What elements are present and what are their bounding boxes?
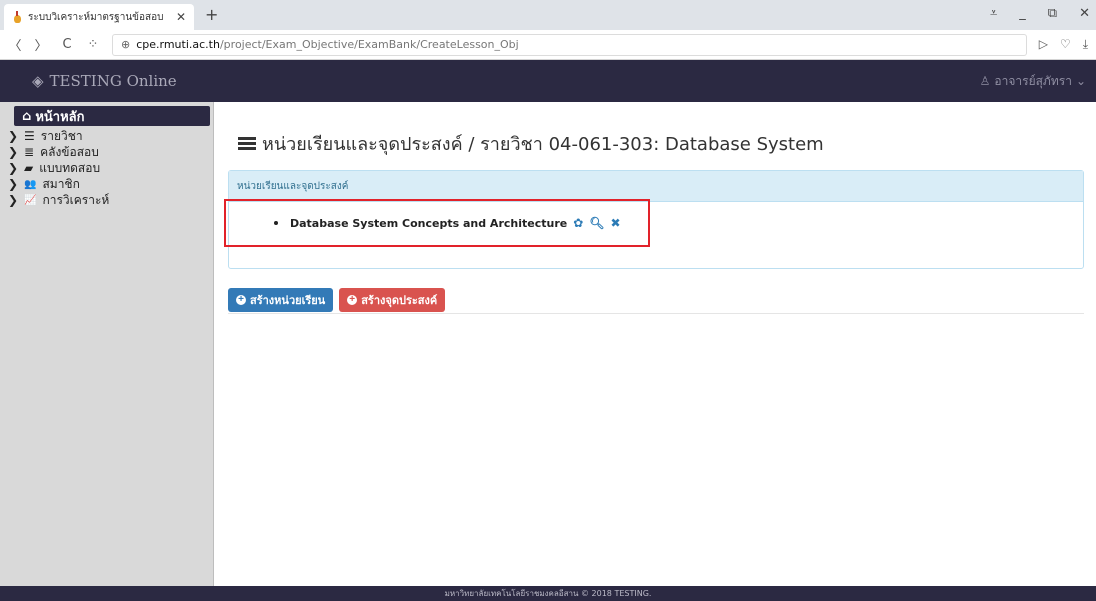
favorite-icon[interactable]: ♡ bbox=[1060, 37, 1071, 52]
browser-tabbar: ระบบวิเคราะห์มาตรฐานข้อสอบ ✕ + ⩡ _ ⧉ ✕ bbox=[0, 0, 1096, 30]
plus-circle-icon: + bbox=[347, 295, 358, 305]
brand-logo-icon: ◈ bbox=[32, 72, 44, 90]
sidebar-item-analysis[interactable]: ❯ 📈 การวิเคราะห์ bbox=[4, 192, 209, 208]
sidebar-item-courses[interactable]: ❯ ☰ รายวิชา bbox=[4, 128, 209, 144]
site-favicon-icon bbox=[12, 11, 22, 23]
create-lesson-button[interactable]: + สร้างหน่วยเรียน bbox=[228, 288, 334, 312]
tasks-icon bbox=[238, 136, 256, 151]
create-lesson-label: สร้างหน่วยเรียน bbox=[250, 295, 326, 307]
address-bar: 〈 〉 C ⁘ ⊕ cpe.rmuti.ac.th/project/Exam_O… bbox=[0, 30, 1096, 60]
chart-icon: 📈 bbox=[24, 194, 37, 206]
address-actions: ▷ ♡ ⤓ bbox=[1039, 37, 1088, 52]
url-host: cpe.rmuti.ac.th bbox=[136, 38, 220, 51]
panel-heading: หน่วยเรียนและจุดประสงค์ bbox=[229, 171, 1083, 202]
user-menu[interactable]: ♙ อาจารย์สุภัทรา ⌄ bbox=[980, 72, 1086, 91]
create-objective-button[interactable]: + สร้างจุดประสงค์ bbox=[339, 288, 446, 312]
chevron-right-icon: ❯ bbox=[8, 145, 19, 159]
sidebar-item-tests[interactable]: ❯ ▰ แบบทดสอบ bbox=[4, 160, 209, 176]
divider bbox=[228, 313, 1084, 314]
tab-title: ระบบวิเคราะห์มาตรฐานข้อสอบ bbox=[28, 11, 164, 23]
sidebar-home-label: หน้าหลัก bbox=[35, 109, 85, 125]
sidebar-item-home[interactable]: ⌂ หน้าหลัก bbox=[14, 106, 210, 126]
user-name: อาจารย์สุภัทรา bbox=[994, 73, 1072, 88]
user-icon: ♙ bbox=[979, 74, 991, 88]
book-icon: ▰ bbox=[24, 161, 34, 175]
close-window-icon[interactable]: ✕ bbox=[1079, 6, 1090, 21]
sidebar: ⌂ หน้าหลัก ❯ ☰ รายวิชา ❯ ≣ คลังข้อสอบ ❯ … bbox=[0, 102, 214, 586]
globe-icon: ⊕ bbox=[121, 38, 131, 51]
close-tab-icon[interactable]: ✕ bbox=[176, 10, 186, 24]
database-icon: ≣ bbox=[24, 145, 35, 159]
sidebar-item-label: การวิเคราะห์ bbox=[42, 192, 110, 207]
chevron-right-icon: ❯ bbox=[8, 177, 19, 191]
page-title-text: หน่วยเรียนและจุดประสงค์ / รายวิชา 04-061… bbox=[262, 134, 824, 155]
forward-icon[interactable]: 〉 bbox=[34, 35, 48, 54]
send-icon[interactable]: ▷ bbox=[1039, 37, 1048, 52]
create-objective-label: สร้างจุดประสงค์ bbox=[361, 295, 438, 307]
brand-title: TESTING Online bbox=[49, 72, 177, 90]
url-path: /project/Exam_Objective/ExamBank/CreateL… bbox=[219, 38, 519, 51]
users-icon: 👥 bbox=[24, 178, 37, 190]
brand[interactable]: ◈ TESTING Online bbox=[32, 72, 177, 90]
highlight-box bbox=[224, 199, 650, 247]
new-tab-button[interactable]: + bbox=[205, 6, 218, 24]
restore-icon[interactable]: ⧉ bbox=[1048, 6, 1057, 21]
action-buttons: + สร้างหน่วยเรียน + สร้างจุดประสงค์ bbox=[228, 288, 446, 312]
footer: มหาวิทยาลัยเทคโนโลยีราชมงคลอีสาน © 2018 … bbox=[0, 586, 1096, 601]
chevron-right-icon: ❯ bbox=[8, 193, 19, 207]
app-header: ◈ TESTING Online ♙ อาจารย์สุภัทรา ⌄ bbox=[0, 60, 1096, 102]
main-content: หน่วยเรียนและจุดประสงค์ / รายวิชา 04-061… bbox=[224, 102, 1084, 586]
back-icon[interactable]: 〈 bbox=[8, 35, 22, 54]
sidebar-item-exam-bank[interactable]: ❯ ≣ คลังข้อสอบ bbox=[4, 144, 209, 160]
download-icon[interactable]: ⤓ bbox=[1083, 37, 1088, 52]
home-icon: ⌂ bbox=[22, 108, 32, 124]
minimize-icon[interactable]: _ bbox=[1019, 6, 1026, 21]
chevron-down-icon: ⌄ bbox=[1075, 74, 1086, 88]
list-icon: ☰ bbox=[24, 129, 35, 143]
reload-icon[interactable]: C bbox=[60, 37, 74, 52]
plus-circle-icon: + bbox=[236, 295, 246, 305]
browser-tab[interactable]: ระบบวิเคราะห์มาตรฐานข้อสอบ ✕ bbox=[4, 4, 194, 30]
url-input[interactable]: ⊕ cpe.rmuti.ac.th/project/Exam_Objective… bbox=[112, 33, 1027, 56]
window-controls: ⩡ _ ⧉ ✕ bbox=[990, 6, 1090, 21]
tab-list-icon[interactable]: ⩡ bbox=[990, 6, 997, 21]
apps-grid-icon[interactable]: ⁘ bbox=[86, 37, 100, 52]
chevron-right-icon: ❯ bbox=[8, 129, 19, 143]
chevron-right-icon: ❯ bbox=[8, 161, 19, 175]
page-title: หน่วยเรียนและจุดประสงค์ / รายวิชา 04-061… bbox=[238, 129, 824, 158]
